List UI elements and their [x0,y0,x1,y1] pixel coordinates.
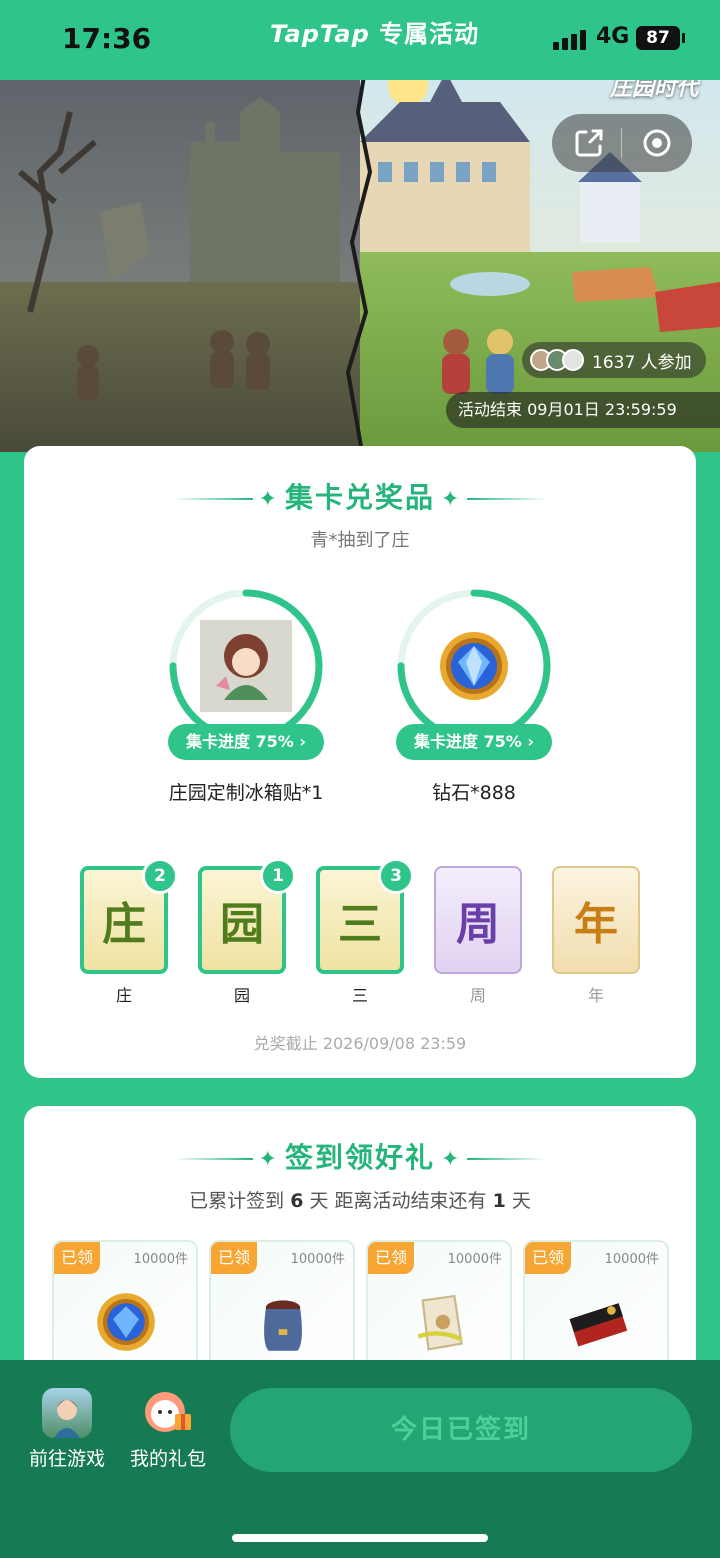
diamond-icon [90,1286,162,1358]
participants-count: 1637 人参加 [592,352,692,373]
go-to-game-label: 前往游戏 [28,1448,105,1470]
redeem-deadline: 兑奖截止 2026/09/08 23:59 [253,1034,467,1053]
days-signed: 6 [290,1190,304,1212]
gift-stock: 10000件 [447,1252,502,1267]
card-label: 年 [587,986,604,1005]
draw-notice: 青*抽到了庄 [310,530,410,551]
hero-banner: 庄园时代 1637 人参加 活动结束 09月01日 23:59:59 [0,52,720,452]
signin-title: ✦ 签到领好礼 ✦ [24,1136,696,1176]
collect-card-section: ✦ 集卡兑奖品 ✦ 青*抽到了庄 集卡进度 75% › 庄园定制冰箱贴*1 集卡进度… [24,446,696,1078]
hero-action-group [552,114,692,172]
network-type: 4G [596,24,630,49]
claimed-tag: 已领 [54,1242,100,1274]
brand-suffix: 专属活动 [379,20,480,48]
prize-name: 庄园定制冰箱贴*1 [168,782,324,804]
card-face: 周 [434,866,522,974]
card-count-badge: 2 [142,858,178,894]
signin-summary: 已累计签到 6 天 距离活动结束还有 1 天 [189,1190,531,1212]
fridge-magnet-image [196,616,296,716]
status-bar: 17:36 TapTap 专属活动 4G 87 [0,0,720,80]
signin-section: ✦ 签到领好礼 ✦ 已累计签到 6 天 距离活动结束还有 1 天 已领 10000件… [24,1106,696,1400]
seed-bag-icon [404,1286,476,1358]
gift-box-icon [143,1388,193,1438]
close-mini-program-icon[interactable] [638,124,676,162]
claimed-tag: 已领 [525,1242,571,1274]
sparkle-icon: ✦ [441,1146,462,1172]
card-count-badge: 3 [378,858,414,894]
go-to-game-button[interactable]: 前往游戏 [19,1388,115,1471]
days-left: 1 [492,1190,506,1212]
sack-icon [247,1286,319,1358]
gift-stock: 10000件 [290,1252,345,1267]
collect-title: ✦ 集卡兑奖品 ✦ [24,476,696,516]
claimed-tag: 已领 [368,1242,414,1274]
sparkle-icon: ✦ [441,486,462,512]
prize-name: 钻石*888 [432,782,516,804]
card-count-badge: 1 [260,858,296,894]
diamond-icon [424,616,524,716]
home-indicator [232,1534,488,1542]
battery-icon: 87 [636,26,685,50]
collect-progress-button[interactable]: 集卡进度 75% › [168,724,324,760]
card-label: 庄 [115,986,132,1005]
gift-stock: 10000件 [133,1252,188,1267]
sparkle-icon: ✦ [258,1146,279,1172]
my-gifts-label: 我的礼包 [129,1448,206,1470]
status-time: 17:36 [62,22,152,55]
activity-end-time: 活动结束 09月01日 23:59:59 [446,392,720,428]
action-divider [621,128,622,158]
envelope-icon [561,1286,633,1358]
share-icon[interactable] [570,124,608,162]
bottom-action-bar: 前往游戏 我的礼包 今日已签到 [0,1360,720,1558]
claimed-tag: 已领 [211,1242,257,1274]
brand-name: TapTap [270,20,370,48]
character-cards: 庄 2 庄 园 1 园 三 3 三 周 周 年 年 [80,858,640,1006]
card-face: 年 [552,866,640,974]
collect-progress-button[interactable]: 集卡进度 75% › [396,724,552,760]
card-label: 三 [351,986,368,1005]
participants-badge: 1637 人参加 [522,342,706,378]
sparkle-icon: ✦ [258,486,279,512]
game-icon [42,1388,92,1438]
signal-icon [553,28,587,50]
gift-stock: 10000件 [604,1252,659,1267]
prize-diamond[interactable]: 集卡进度 75% › 钻石*888 [394,586,554,804]
card-label: 园 [233,986,250,1005]
my-gifts-button[interactable]: 我的礼包 [120,1388,216,1471]
brand-title: TapTap 专属活动 [270,14,479,49]
participant-avatars [530,349,584,371]
signed-in-today-button[interactable]: 今日已签到 [230,1388,692,1472]
prize-fridge-magnet[interactable]: 集卡进度 75% › 庄园定制冰箱贴*1 [166,586,326,804]
card-label: 周 [469,986,486,1005]
